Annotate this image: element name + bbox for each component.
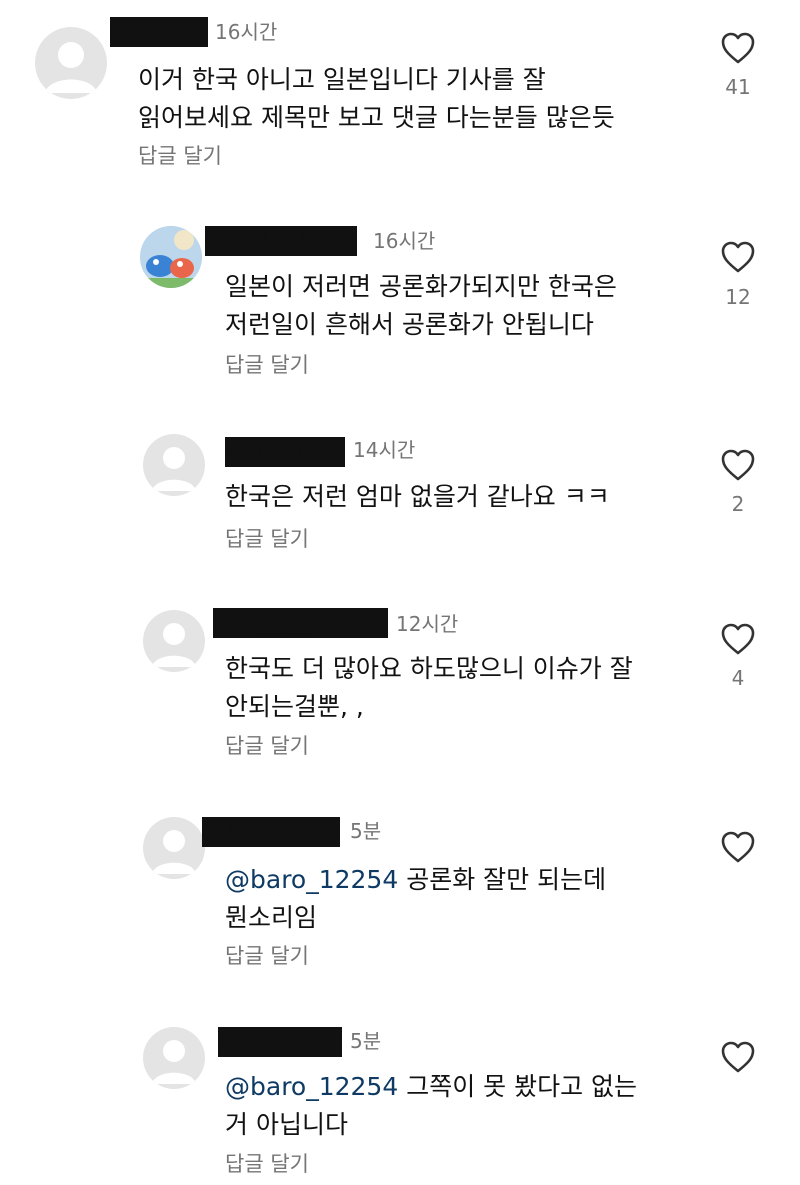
comment-text: @baro_12254 그쪽이 못 봤다고 없는 거 아닙니다	[225, 1068, 705, 1144]
default-avatar[interactable]	[143, 1027, 205, 1089]
heart-outline-icon[interactable]	[720, 1040, 756, 1074]
comment-6: 010_sob7 5분 @baro_12254 그쪽이 못 봤다고 없는 거 아…	[0, 0, 800, 1185]
reply-button[interactable]: 답글 달기	[225, 1149, 309, 1179]
mention-link[interactable]: @baro_12254	[225, 1072, 398, 1101]
timestamp: 5분	[350, 1029, 382, 1053]
username[interactable]: 010_sob7	[218, 1027, 342, 1057]
